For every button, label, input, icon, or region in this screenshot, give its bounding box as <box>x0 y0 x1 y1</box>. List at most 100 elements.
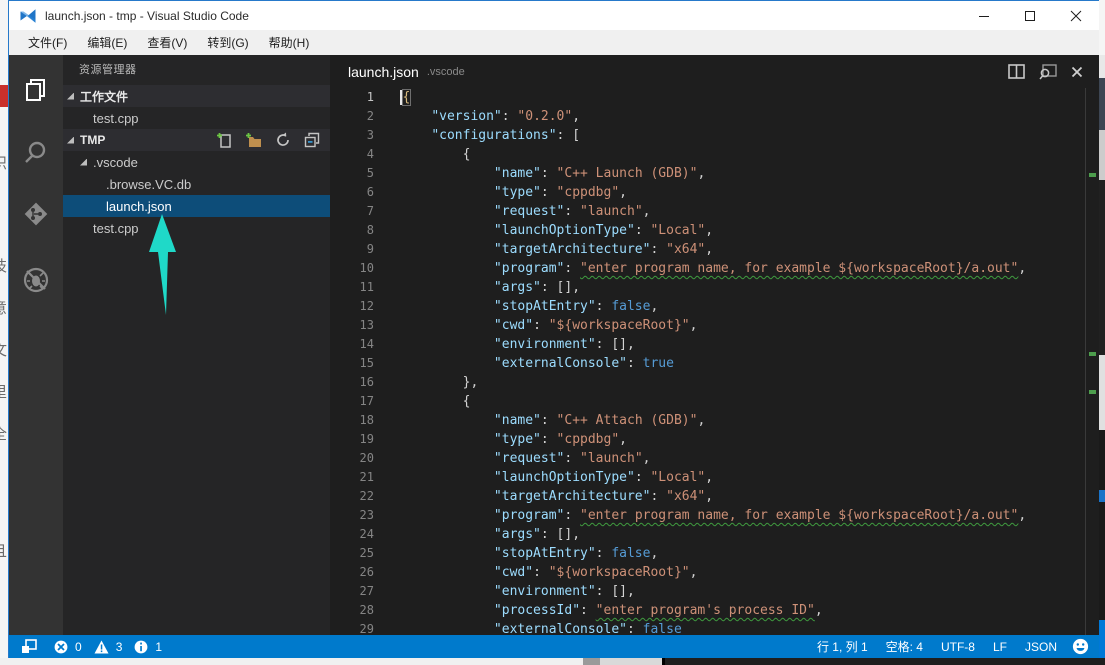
menu-item-3[interactable]: 转到(G) <box>197 31 258 54</box>
eol-indicator[interactable]: LF <box>984 640 1016 654</box>
line-number: 15 <box>359 356 374 370</box>
background-text-fragment: 技 <box>0 255 7 276</box>
code-line: 6 "type": "cppdbg", <box>330 183 1099 202</box>
line-number: 18 <box>359 413 374 427</box>
close-window-button[interactable] <box>1053 1 1099 30</box>
line-number: 20 <box>359 451 374 465</box>
warning-icon <box>94 640 109 653</box>
line-number: 24 <box>359 527 374 541</box>
line-number: 28 <box>359 603 374 617</box>
encoding-indicator[interactable]: UTF-8 <box>932 640 984 654</box>
tree-item-label: TMP <box>80 133 106 147</box>
line-number: 10 <box>359 261 374 275</box>
menu-item-1[interactable]: 编辑(E) <box>77 31 137 54</box>
line-number: 12 <box>359 299 374 313</box>
code-line: 2 "version": "0.2.0", <box>330 107 1099 126</box>
overview-ruler-warning-mark <box>1089 390 1096 394</box>
code-line: 27 "environment": [], <box>330 582 1099 601</box>
menu-item-2[interactable]: 查看(V) <box>137 31 197 54</box>
code-line: 17 { <box>330 392 1099 411</box>
explorer-icon[interactable] <box>9 67 63 113</box>
code-line: 20 "request": "launch", <box>330 449 1099 468</box>
close-editor-icon[interactable] <box>1071 66 1083 78</box>
status-bar: 0 3 1 行 1, 列 1 空格: 4 UTF-8 LF JSON <box>9 635 1099 658</box>
code-line: 3 "configurations": [ <box>330 126 1099 145</box>
tree-item-label: .vscode <box>93 154 138 170</box>
title-bar: launch.json - tmp - Visual Studio Code <box>9 1 1099 30</box>
overview-ruler <box>1085 88 1086 635</box>
code-line: 22 "targetArchitecture": "x64", <box>330 487 1099 506</box>
code-line: 11 "args": [], <box>330 278 1099 297</box>
activity-bar <box>9 55 63 635</box>
code-line: 26 "cwd": "${workspaceRoot}", <box>330 563 1099 582</box>
code-line: 18 "name": "C++ Attach (GDB)", <box>330 411 1099 430</box>
window-title: launch.json - tmp - Visual Studio Code <box>45 8 249 23</box>
problems-indicator[interactable]: 0 3 1 <box>54 640 162 654</box>
new-file-icon[interactable] <box>216 132 232 148</box>
line-number: 6 <box>366 185 374 199</box>
line-number: 23 <box>359 508 374 522</box>
code-line: 1{ <box>330 88 1099 107</box>
tree-item-.vscode[interactable]: .vscode <box>63 151 330 173</box>
background-text-fragment: 且 <box>0 540 7 561</box>
open-preview-icon[interactable] <box>1039 63 1057 80</box>
editor-group: launch.json .vscode 1 {2 "version": "0.… <box>330 55 1099 635</box>
expand-twisty-icon[interactable] <box>67 136 74 144</box>
vscode-logo-icon <box>20 8 36 23</box>
code-line: 8 "launchOptionType": "Local", <box>330 221 1099 240</box>
background-text-fragment: 识 <box>0 152 7 173</box>
sidebar-explorer: 资源管理器 工作文件 test.cpp TMP .vscode .browse.VC.d… <box>63 55 330 635</box>
code-line: 4 { <box>330 145 1099 164</box>
desktop: il识技意文里全且 launch.json - tmp - Visual Stu… <box>0 0 1105 665</box>
cursor-position[interactable]: 行 1, 列 1 <box>808 638 877 655</box>
line-number: 7 <box>366 204 374 218</box>
indentation-indicator[interactable]: 空格: 4 <box>877 638 932 655</box>
language-indicator[interactable]: JSON <box>1016 640 1066 654</box>
tree-section-tmp[interactable]: TMP <box>63 129 330 151</box>
error-count: 0 <box>75 639 82 654</box>
minimize-button[interactable] <box>961 1 1007 30</box>
debug-icon[interactable] <box>9 257 63 303</box>
collapse-all-icon[interactable] <box>304 132 320 148</box>
code-line: 12 "stopAtEntry": false, <box>330 297 1099 316</box>
split-editor-icon[interactable] <box>1008 64 1025 79</box>
expand-twisty-icon[interactable] <box>67 92 74 100</box>
line-number: 19 <box>359 432 374 446</box>
line-number: 3 <box>366 128 374 142</box>
background-taskbar-strip <box>0 658 1105 665</box>
line-number: 4 <box>366 147 374 161</box>
code-line: 16 }, <box>330 373 1099 392</box>
status-squares-icon[interactable] <box>21 639 37 654</box>
expand-twisty-icon[interactable] <box>80 158 87 166</box>
tree-item-test.cpp[interactable]: test.cpp <box>63 217 330 239</box>
background-red-fragment <box>0 85 8 107</box>
tab-launch-json[interactable]: launch.json <box>348 64 419 80</box>
code-line: 24 "args": [], <box>330 525 1099 544</box>
line-number: 13 <box>359 318 374 332</box>
tree-section--[interactable]: 工作文件 <box>63 85 330 107</box>
search-icon[interactable] <box>9 129 63 175</box>
sidebar-title: 资源管理器 <box>79 64 137 76</box>
new-folder-icon[interactable] <box>245 132 262 148</box>
feedback-smiley-icon[interactable] <box>1072 638 1089 655</box>
error-icon <box>54 640 68 653</box>
line-number: 2 <box>366 109 374 123</box>
maximize-button[interactable] <box>1007 1 1053 30</box>
menu-item-4[interactable]: 帮助(H) <box>259 31 320 54</box>
line-number: 14 <box>359 337 374 351</box>
background-text-fragment: 全 <box>0 423 7 444</box>
editor-code-area[interactable]: 1{2 "version": "0.2.0", 3 "configurations… <box>330 88 1099 635</box>
line-number: 1 <box>366 90 374 104</box>
tree-item-test.cpp[interactable]: test.cpp <box>63 107 330 129</box>
refresh-icon[interactable] <box>275 132 291 148</box>
menu-item-0[interactable]: 文件(F) <box>18 31 77 54</box>
tree-item-label: 工作文件 <box>80 89 129 104</box>
code-line: 25 "stopAtEntry": false, <box>330 544 1099 563</box>
tree-item-launch.json[interactable]: launch.json <box>63 195 330 217</box>
code-line: 29 "externalConsole": false <box>330 620 1099 635</box>
overview-ruler-warning-mark <box>1089 352 1096 356</box>
tree-item-label: test.cpp <box>93 110 139 126</box>
code-line: 21 "launchOptionType": "Local", <box>330 468 1099 487</box>
tree-item-.browse.vc.db[interactable]: .browse.VC.db <box>63 173 330 195</box>
source-control-icon[interactable] <box>9 191 63 237</box>
